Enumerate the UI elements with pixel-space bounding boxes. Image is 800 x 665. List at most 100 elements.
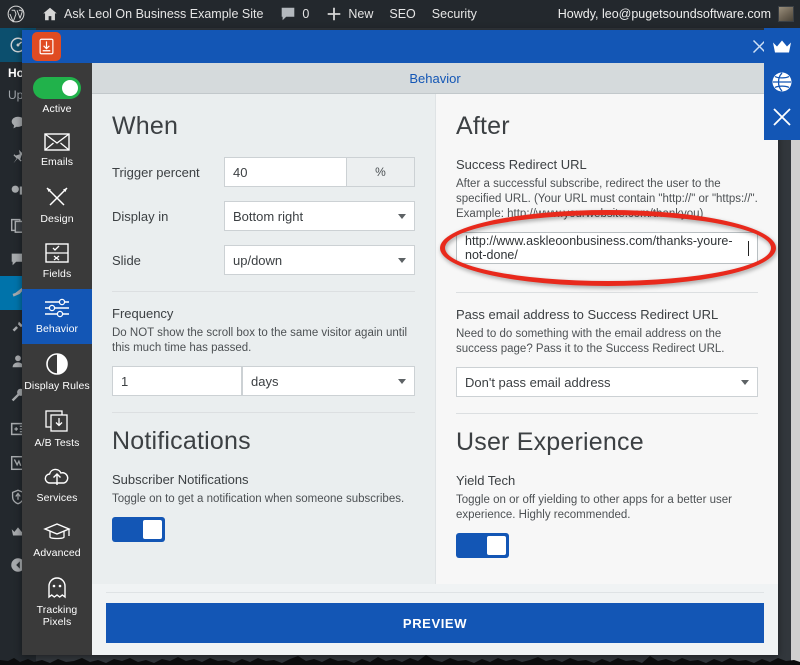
frequency-row: 1 days [112,366,415,396]
subscriber-notifications-help: Toggle on to get a notification when som… [112,493,405,505]
plugin-item-label: Design [40,213,74,225]
trigger-percent-unit: % [347,157,415,187]
when-title: When [112,112,179,140]
scrollbox-download-icon [39,38,54,55]
plugin-item-label: Fields [42,268,72,280]
ghost-icon [48,577,66,599]
yield-tech-toggle[interactable] [456,533,509,558]
display-in-label: Display in [112,208,169,224]
plugin-sidebar[interactable]: Active Emails Design Fields Behavior Dis… [22,63,92,655]
tab-behavior[interactable]: Behavior [409,71,460,86]
new-content-menu[interactable]: New [317,0,381,28]
settings-columns: When Trigger percent 40 % Display in Bot… [92,94,778,584]
plugin-item-active[interactable]: Active [22,69,92,124]
scrollbox-settings-modal: Active Emails Design Fields Behavior Dis… [22,30,778,655]
chevron-down-icon [741,380,749,385]
display-in-select[interactable]: Bottom right [224,201,415,231]
security-label: Security [431,7,477,21]
frequency-heading: Frequency [112,306,174,321]
yield-tech-help: Toggle on or off yielding to other apps … [456,494,732,521]
pass-email-heading: Pass email address to Success Redirect U… [456,307,719,322]
slide-select[interactable]: up/down [224,245,415,275]
subscriber-notifications-toggle[interactable] [112,517,165,542]
comments-count: 0 [302,7,310,21]
graduation-cap-icon [43,523,71,540]
plugin-item-tracking-pixels[interactable]: Tracking Pixels [22,568,92,637]
success-url-value: http://www.askleoonbusiness.com/thanks-y… [465,234,733,262]
plugin-item-behavior[interactable]: Behavior [22,289,92,344]
page-scrollbar[interactable] [791,140,800,665]
screen: Ask Leol On Business Example Site 0 New … [0,0,800,665]
frequency-value-input[interactable]: 1 [112,366,242,396]
notifications-title: Notifications [112,427,251,455]
active-toggle[interactable] [33,77,81,99]
yield-tech-heading: Yield Tech [456,473,516,488]
divider [456,413,758,414]
display-in-value: Bottom right [233,208,304,224]
pass-email-select[interactable]: Don't pass email address [456,367,758,397]
site-name-menu[interactable]: Ask Leol On Business Example Site [33,0,271,28]
plugin-item-label: A/B Tests [34,437,80,449]
new-label: New [348,7,374,21]
rail-close-button[interactable] [769,102,795,132]
site-name-label: Ask Leol On Business Example Site [64,7,264,21]
slide-label: Slide [112,252,141,268]
ab-test-icon [45,410,68,432]
comments-menu[interactable]: 0 [271,0,317,28]
plugin-item-emails[interactable]: Emails [22,124,92,177]
footer-divider [106,592,764,593]
crown-icon [773,40,791,53]
plugin-item-label: Services [36,492,78,504]
seo-label: SEO [389,7,416,21]
right-side-rail[interactable] [764,28,800,140]
trigger-percent-input[interactable]: 40 [224,157,347,187]
security-menu[interactable]: Security [424,0,485,28]
frequency-help: Do NOT show the scroll box to the same v… [112,327,408,354]
modal-title-bar [22,30,778,63]
account-area[interactable]: Howdy, leo@pugetsoundsoftware.com [558,6,800,22]
frequency-unit-select[interactable]: days [242,366,415,396]
cloud-upload-icon [44,468,69,485]
divider [456,292,758,293]
comment-icon [282,7,295,21]
plugin-item-label: Display Rules [24,380,90,392]
plus-icon [328,7,341,21]
trigger-percent-label: Trigger percent [112,164,200,180]
success-url-help: After a successful subscribe, redirect t… [456,178,758,220]
chevron-down-icon [398,258,406,263]
settings-pane: Behavior When Trigger percent 40 % Displ… [92,63,778,655]
plugin-item-services[interactable]: Services [22,458,92,513]
brand-logo [32,32,61,61]
after-column: After Success Redirect URL After a succe… [436,94,778,584]
tab-bar: Behavior [92,63,778,94]
pass-email-row: Don't pass email address [456,367,758,397]
frequency-unit-value: days [251,373,279,389]
plugin-item-ab-tests[interactable]: A/B Tests [22,401,92,458]
form-fields-icon [45,243,69,263]
home-icon [43,7,57,21]
text-cursor [748,240,749,256]
after-title: After [456,112,510,140]
success-url-input[interactable]: http://www.askleoonbusiness.com/thanks-y… [456,232,758,264]
divider [112,412,415,413]
howdy-label: Howdy, leo@pugetsoundsoftware.com [557,7,771,21]
plugin-item-display-rules[interactable]: Display Rules [22,344,92,401]
sliders-icon [45,298,69,318]
plugin-item-design[interactable]: Design [22,177,92,234]
plugin-item-advanced[interactable]: Advanced [22,513,92,568]
wp-admin-bar: Ask Leol On Business Example Site 0 New … [0,0,800,28]
preview-button[interactable]: PREVIEW [106,603,764,643]
seo-menu[interactable]: SEO [381,0,423,28]
trigger-percent-row: Trigger percent 40 % [112,157,415,187]
divider [112,291,415,292]
rail-premium-button[interactable] [769,32,795,62]
wordpress-logo-button[interactable] [0,0,33,28]
display-in-row: Display in Bottom right [112,201,415,231]
globe-icon [772,72,792,92]
plugin-item-label: Advanced [33,547,81,559]
slide-row: Slide up/down [112,245,415,275]
rail-globe-button[interactable] [769,67,795,97]
plugin-item-fields[interactable]: Fields [22,234,92,289]
plugin-item-label: Emails [40,156,74,168]
subscriber-notifications-heading: Subscriber Notifications [112,472,249,487]
